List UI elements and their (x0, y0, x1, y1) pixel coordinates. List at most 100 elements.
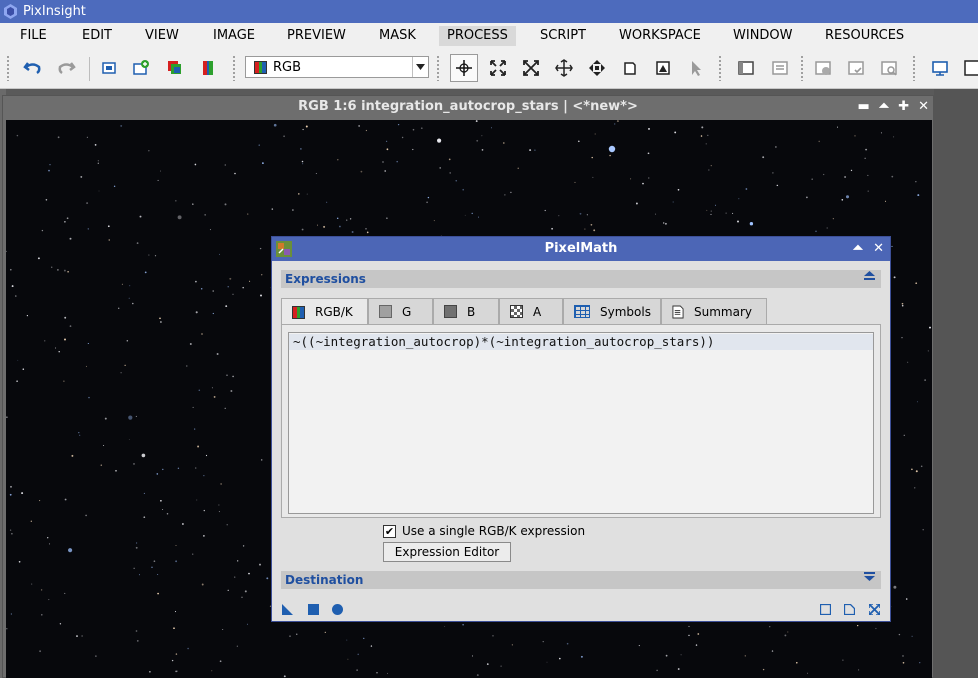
expression-text[interactable]: ~((~integration_autocrop)*(~integration_… (289, 334, 873, 350)
expression-editor-button[interactable]: Expression Editor (383, 542, 511, 562)
close-icon[interactable]: ✕ (873, 237, 884, 261)
star (173, 627, 175, 630)
pointer-icon[interactable] (684, 56, 708, 80)
minimize-icon[interactable]: ▬ (857, 96, 869, 118)
tab-rgbk[interactable]: RGB/K (281, 298, 368, 325)
image-window-titlebar[interactable]: RGB 1:6 integration_autocrop_stars | <*n… (3, 96, 933, 118)
star (577, 140, 580, 143)
star (17, 359, 19, 361)
menu-window[interactable]: WINDOW (725, 26, 801, 46)
image-info-icon[interactable] (97, 56, 121, 80)
star (139, 215, 142, 218)
star (732, 212, 734, 214)
menu-view[interactable]: VIEW (137, 26, 187, 46)
star (905, 598, 908, 600)
gray-channel-icon (379, 305, 392, 318)
menu-file[interactable]: FILE (12, 26, 55, 46)
star (64, 498, 67, 501)
reset-icon[interactable] (869, 604, 880, 615)
apply-global-icon[interactable] (308, 604, 319, 615)
channel-select-value: RGB (273, 59, 302, 75)
star (218, 504, 220, 506)
star (230, 390, 233, 392)
shade-icon[interactable]: ⏶ (853, 237, 863, 261)
tab-symbols[interactable]: Symbols (563, 298, 661, 324)
star (705, 143, 707, 145)
menu-mask[interactable]: MASK (371, 26, 424, 46)
window-list-icon[interactable] (768, 56, 792, 80)
browse-documentation-icon[interactable] (820, 604, 831, 615)
pixelmath-title: PixelMath (544, 241, 618, 256)
star (902, 661, 905, 664)
star (124, 364, 126, 366)
expressions-section-header[interactable]: Expressions (281, 270, 881, 288)
destination-section-header[interactable]: Destination (281, 571, 881, 589)
readout-icon[interactable] (618, 56, 642, 80)
preview-icon[interactable] (651, 56, 675, 80)
single-expression-checkbox[interactable]: ✔ (383, 524, 396, 538)
split-channels-icon[interactable] (162, 56, 186, 80)
chevron-down-icon[interactable] (412, 57, 428, 77)
star (363, 637, 365, 639)
menu-edit[interactable]: EDIT (74, 26, 120, 46)
expression-tabs: RGB/K G B A Symbols Summary (281, 298, 881, 325)
star (200, 288, 203, 290)
menu-image[interactable]: IMAGE (205, 26, 263, 46)
toolbar-grip[interactable] (6, 55, 10, 81)
tab-a[interactable]: A (499, 298, 563, 324)
combine-channels-icon[interactable] (196, 56, 220, 80)
pixelmath-dialog: PixelMath ⏶ ✕ Expressions RGB/K G B A Sy… (271, 236, 891, 622)
star (360, 170, 363, 173)
star (10, 485, 12, 488)
menu-preview[interactable]: PREVIEW (279, 26, 354, 46)
mask-show-icon[interactable] (844, 56, 868, 80)
menu-workspace[interactable]: WORKSPACE (611, 26, 709, 46)
star (234, 576, 236, 578)
window-icon[interactable] (734, 56, 758, 80)
single-expression-option[interactable]: ✔ Use a single RGB/K expression (383, 524, 585, 538)
edit-instance-icon[interactable] (844, 604, 855, 615)
pixelmath-titlebar[interactable]: PixelMath ⏶ ✕ (272, 237, 890, 261)
star (710, 210, 712, 212)
toolbar-grip[interactable] (718, 55, 722, 81)
new-image-icon[interactable] (129, 56, 153, 80)
stf-icon[interactable] (960, 56, 978, 80)
apply-icon[interactable] (332, 604, 343, 615)
menu-resources[interactable]: RESOURCES (817, 26, 912, 46)
star (133, 463, 135, 465)
redo-icon[interactable] (54, 56, 78, 80)
star (212, 312, 214, 315)
mask-invert-icon[interactable] (877, 56, 901, 80)
pan-icon[interactable] (585, 56, 609, 80)
star (192, 203, 194, 205)
channel-select[interactable]: RGB (245, 56, 429, 78)
zoom-in-icon[interactable] (519, 56, 543, 80)
toolbar-grip[interactable] (436, 55, 440, 81)
star (590, 223, 593, 226)
undo-icon[interactable] (21, 56, 45, 80)
shade-icon[interactable]: ⏶ (879, 96, 889, 118)
mask-enable-icon[interactable] (811, 56, 835, 80)
menu-script[interactable]: SCRIPT (532, 26, 594, 46)
expression-input[interactable]: ~((~integration_autocrop)*(~integration_… (288, 332, 874, 514)
menu-process[interactable]: PROCESS (439, 26, 516, 46)
zoom-fit-icon[interactable] (486, 56, 510, 80)
new-instance-icon[interactable] (282, 604, 293, 615)
star (858, 669, 860, 671)
expand-down-icon[interactable] (864, 571, 875, 589)
tab-summary[interactable]: Summary (661, 298, 767, 324)
toolbar-grip[interactable] (912, 55, 916, 81)
toolbar-grip[interactable] (800, 55, 804, 81)
monitor-icon[interactable] (928, 56, 952, 80)
star (433, 220, 435, 222)
star (893, 136, 895, 138)
tab-g[interactable]: G (368, 298, 433, 324)
tab-b[interactable]: B (433, 298, 499, 324)
toolbar-grip[interactable] (232, 55, 236, 81)
collapse-up-icon[interactable] (864, 270, 875, 288)
crosshair-icon[interactable] (450, 54, 478, 82)
maximize-icon[interactable]: ✚ (898, 96, 909, 118)
star (315, 172, 317, 174)
zoom-out-icon[interactable] (552, 56, 576, 80)
close-icon[interactable]: ✕ (918, 96, 929, 118)
